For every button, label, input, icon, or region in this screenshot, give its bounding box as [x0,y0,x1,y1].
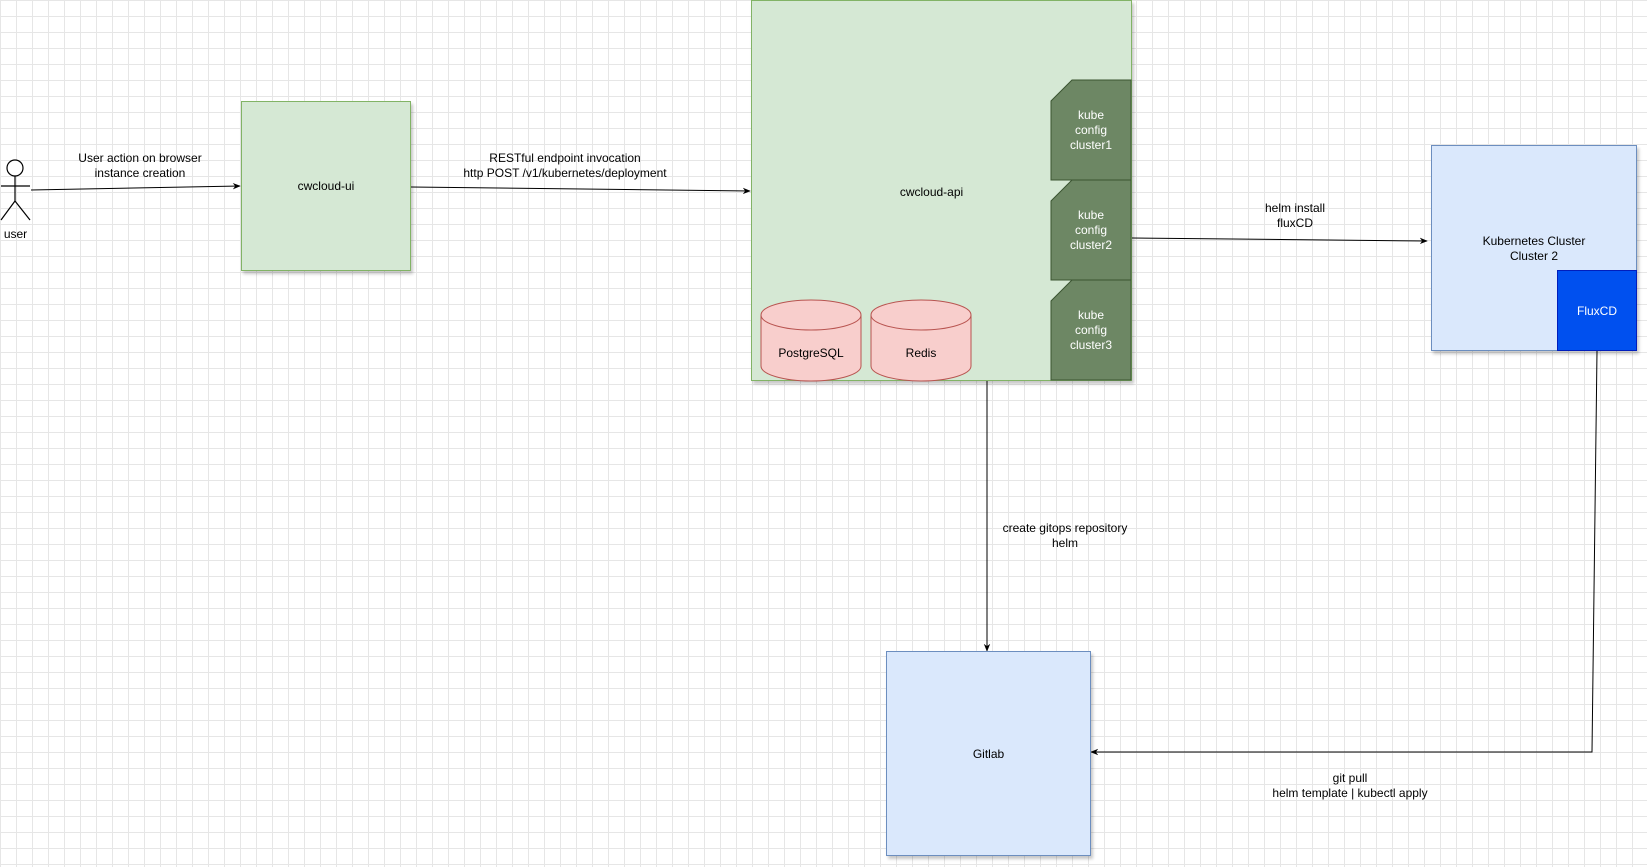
edge-ui-to-api[interactable] [410,186,751,195]
kubernetes-cluster-label: Kubernetes Cluster Cluster 2 [1482,234,1586,263]
cwcloud-ui-node[interactable]: cwcloud-ui [241,101,411,271]
user-label: user [3,227,28,241]
postgresql-label: PostgreSQL [778,346,844,360]
edge-label-user-to-ui: User action on browser instance creation [78,151,202,180]
redis-database-icon[interactable] [870,299,972,382]
gitlab-node[interactable]: Gitlab [886,651,1091,856]
fluxcd-node[interactable]: FluxCD [1557,270,1637,351]
cwcloud-api-label: cwcloud-api [899,185,964,199]
edge-label-api-to-gitlab: create gitops repository helm [1002,521,1128,550]
kubeconfig-cluster3-label: kube config cluster3 [1069,308,1113,352]
edge-label-ui-to-api: RESTful endpoint invocation http POST /v1… [463,151,667,180]
edge-user-to-ui[interactable] [30,182,241,191]
kubeconfig-cluster1-label: kube config cluster1 [1069,108,1113,152]
edge-flux-to-gitlab[interactable] [1090,350,1598,756]
edge-api-to-k8s[interactable] [1131,237,1428,245]
cwcloud-ui-label: cwcloud-ui [297,179,355,193]
fluxcd-label: FluxCD [1576,303,1617,318]
edge-label-api-to-k8s: helm install fluxCD [1264,201,1326,230]
gitlab-label: Gitlab [972,746,1005,761]
edge-label-flux-to-gitlab: git pull helm template | kubectl apply [1272,771,1428,800]
kubeconfig-cluster2-label: kube config cluster2 [1069,208,1113,252]
redis-label: Redis [905,346,937,360]
postgresql-database-icon[interactable] [760,299,862,382]
